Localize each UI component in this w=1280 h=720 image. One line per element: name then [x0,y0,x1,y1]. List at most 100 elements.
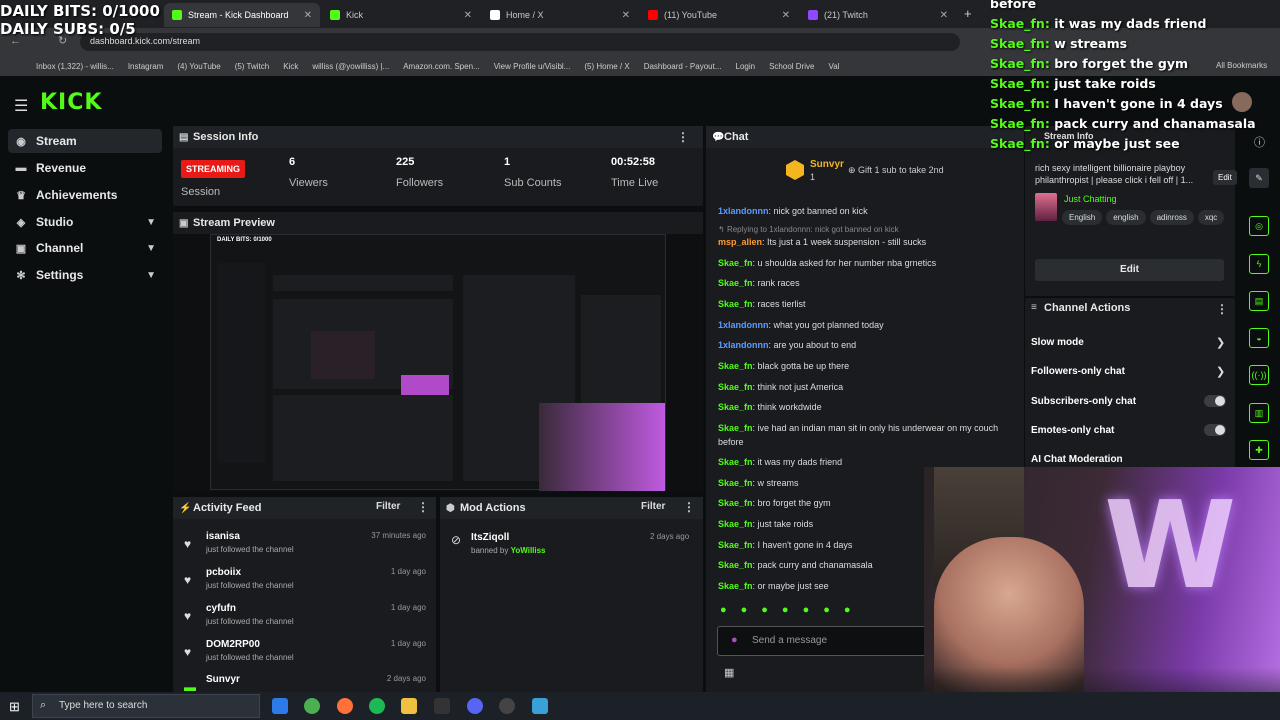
bookmark[interactable]: View Profile u/Visibl... [494,62,571,71]
firefox-icon[interactable] [337,698,353,714]
bookmark[interactable]: Amazon.com. Spen... [403,62,479,71]
all-bookmarks[interactable]: All Bookmarks [1216,61,1267,70]
app-icon[interactable] [532,698,548,714]
app-icon[interactable] [272,698,288,714]
lightning-icon[interactable]: ϟ [1249,254,1269,274]
heart-icon: ♥ [184,537,192,551]
app-icon[interactable] [499,698,515,714]
new-tab-icon[interactable]: + [964,6,972,21]
chat-bubble-icon[interactable]: ◒ [1249,328,1269,348]
tool-icon[interactable]: ✚ [1249,440,1269,460]
bolt-icon: ⚡ [179,502,192,514]
taskbar-search-input[interactable]: Type here to search [32,694,260,718]
edit-stream-info-button[interactable]: Edit [1035,259,1224,281]
file-explorer-icon[interactable] [401,698,417,714]
chat-icon: 💬 [712,131,725,143]
url-input[interactable]: dashboard.kick.com/stream [80,33,960,51]
gift-sub-button[interactable]: ⊕ Gift 1 sub to take 2nd [848,165,944,176]
broadcast-icon[interactable]: ((·)) [1249,365,1269,385]
tab-x-home[interactable]: Home / X ✕ [482,3,638,27]
ai-moderation-item[interactable]: AI Chat Moderation [1031,454,1123,465]
chat-input[interactable]: Send a message [717,626,927,656]
emote-bar[interactable]: ●●●●●●● [720,604,865,616]
stream-preview-video[interactable]: DAILY BITS: 0/1000 [210,234,666,491]
sidebar-item-channel[interactable]: ▣ Channel ▼ [8,236,162,260]
bookmark[interactable]: Kick [283,62,298,71]
preview-feed [273,395,453,481]
activity-filter-button[interactable]: Filter [376,501,400,512]
more-options-icon[interactable]: ⋮ [1216,302,1228,316]
bookmark[interactable]: Dashboard - Payout... [644,62,722,71]
sidebar-item-revenue[interactable]: ▬ Revenue [8,156,162,180]
tab-kick[interactable]: Kick ✕ [322,3,480,27]
windows-start-icon[interactable]: ⊞ [9,699,20,715]
bookmark[interactable]: (5) Home / X [584,62,629,71]
activity-feed-panel: ⚡ Activity Feed [173,497,436,692]
sidebar-item-settings[interactable]: ✻ Settings ▼ [8,263,162,287]
close-tab-icon[interactable]: ✕ [304,10,312,21]
tab-twitch[interactable]: (21) Twitch ✕ [800,3,956,27]
preview-icon: ▣ [179,217,189,229]
spotify-icon[interactable] [369,698,385,714]
tab-kick-dashboard[interactable]: Stream - Kick Dashboard ✕ [164,3,320,27]
category-link[interactable]: Just Chatting [1064,194,1117,204]
tag[interactable]: adinross [1149,210,1194,225]
gift-icon[interactable]: ▦ [724,666,734,679]
document-icon[interactable]: ▤ [1249,291,1269,311]
sidebar-item-achievements[interactable]: ♛ Achievements [8,183,162,207]
banned-user[interactable]: ItsZiqoll [471,532,509,543]
slow-mode-item[interactable]: Slow mode [1031,337,1084,348]
tab-youtube[interactable]: (11) YouTube ✕ [640,3,798,27]
pinned-user[interactable]: Sunvyr [810,159,844,170]
followers-only-item[interactable]: Followers-only chat [1031,366,1125,377]
menu-icon[interactable]: ☰ [14,96,28,116]
bookmark[interactable]: School Drive [769,62,814,71]
bookmark[interactable]: williss (@yowilliss) |... [312,62,389,71]
sidebar-item-studio[interactable]: ◈ Studio ▼ [8,210,162,234]
bookmark[interactable]: Inbox (1,322) - willis... [36,62,114,71]
close-tab-icon[interactable]: ✕ [622,10,630,21]
chat-message: msp_alien: Its just a 1 week suspension … [718,237,927,247]
sidebar-item-stream[interactable]: ◉ Stream [8,129,162,153]
category-thumbnail[interactable] [1035,193,1057,221]
epic-games-icon[interactable] [434,698,450,714]
avatar[interactable] [1232,92,1252,112]
tag[interactable]: english [1106,210,1146,225]
chevron-right-icon[interactable]: ❯ [1216,365,1225,378]
viewers-stat: 6 Viewers [289,156,328,189]
heart-icon: ♥ [184,609,192,623]
more-options-icon[interactable]: ⋮ [677,130,689,144]
microphone-icon[interactable]: ● [731,634,738,646]
overlay-chat-line: Skae_fn: it was my dads friend [990,16,1207,31]
bookmark[interactable]: Login [736,62,756,71]
preview-sidebar [217,263,265,463]
pencil-icon[interactable]: ✎ [1249,168,1269,188]
bookmark[interactable]: Instagram [128,62,164,71]
close-tab-icon[interactable]: ✕ [464,10,472,21]
tag[interactable]: English [1062,210,1103,225]
bookmark[interactable]: Val [828,62,839,71]
emotes-only-item: Emotes-only chat [1031,425,1115,436]
overlay-chat-line: Skae_fn: I haven't gone in 4 days [990,96,1223,111]
tag[interactable]: xqc [1197,210,1225,225]
emotes-only-toggle[interactable] [1204,424,1226,436]
close-tab-icon[interactable]: ✕ [940,10,948,21]
more-options-icon[interactable]: ⋮ [417,500,429,514]
daily-goals-overlay: DAILY BITS: 0/1000 DAILY SUBS: 0/5 [0,2,160,38]
more-options-icon[interactable]: ⋮ [683,500,695,514]
kick-logo[interactable]: KICK [40,90,102,115]
chat-message: Skae_fn: rank races [718,278,800,288]
subscribers-only-toggle[interactable] [1204,395,1226,407]
info-icon[interactable]: ⓘ [1254,134,1265,150]
close-tab-icon[interactable]: ✕ [782,10,790,21]
chrome-icon[interactable] [304,698,320,714]
mod-filter-button[interactable]: Filter [641,501,665,512]
bookmark[interactable]: (4) YouTube [177,62,220,71]
daily-subs: DAILY SUBS: 0/5 [0,20,136,38]
discord-icon[interactable] [467,698,483,714]
bookmark[interactable]: (5) Twitch [235,62,270,71]
server-icon[interactable]: ▥ [1249,403,1269,423]
camera-icon[interactable]: ◎ [1249,216,1269,236]
chevron-right-icon[interactable]: ❯ [1216,336,1225,349]
chat-message: Skae_fn: think not just America [718,382,844,392]
